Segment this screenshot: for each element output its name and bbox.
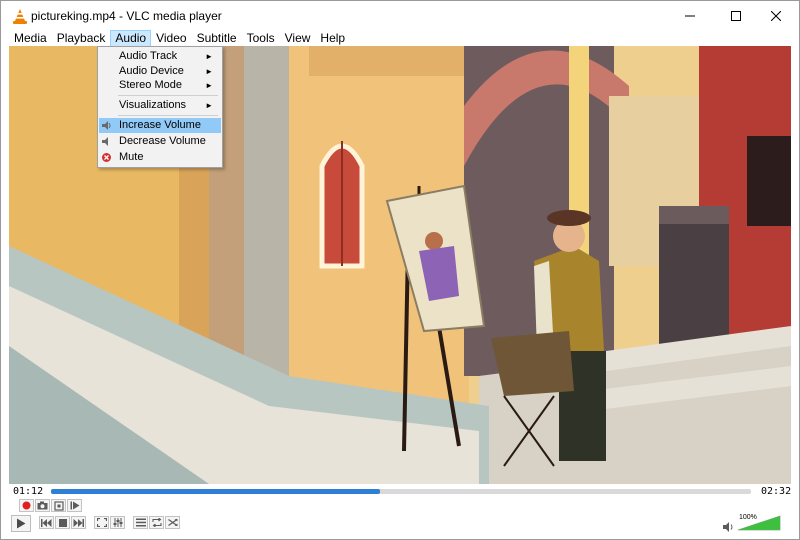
seek-row: 01:12 02:32 [1, 485, 799, 499]
fullscreen-button[interactable] [94, 516, 109, 529]
close-icon [771, 11, 781, 21]
seek-progress-fill [51, 489, 380, 494]
record-button[interactable] [19, 499, 34, 512]
volume-up-icon [102, 121, 111, 130]
submenu-arrow-icon: ► [205, 101, 213, 110]
previous-button[interactable] [39, 516, 54, 529]
elapsed-time: 01:12 [13, 486, 44, 497]
window-title: pictureking.mp4 - VLC media player [31, 9, 222, 23]
submenu-arrow-icon: ► [205, 67, 213, 76]
menu-bar: Media Playback Audio Video Subtitle Tool… [1, 30, 799, 47]
menu-audio[interactable]: Audio [110, 30, 152, 47]
maximize-icon [731, 11, 741, 21]
menu-item-label: Visualizations [119, 99, 187, 111]
record-icon [22, 501, 31, 510]
menu-separator [118, 95, 218, 96]
next-button[interactable] [71, 516, 86, 529]
menu-tools[interactable]: Tools [242, 30, 280, 47]
menu-subtitle[interactable]: Subtitle [192, 30, 242, 47]
title-bar: pictureking.mp4 - VLC media player [1, 1, 799, 31]
menu-item-label: Mute [119, 151, 144, 163]
menu-item-audio-track[interactable]: Audio Track ► [99, 49, 221, 64]
play-icon [17, 518, 26, 529]
menu-item-visualizations[interactable]: Visualizations ► [99, 98, 221, 113]
previous-icon [41, 518, 52, 527]
loop-button[interactable] [149, 516, 164, 529]
submenu-arrow-icon: ► [205, 52, 213, 61]
volume-down-icon [102, 137, 108, 146]
menu-item-decrease-volume[interactable]: Decrease Volume [99, 134, 221, 149]
minimize-button[interactable] [667, 1, 713, 31]
menu-playback[interactable]: Playback [52, 30, 111, 47]
next-icon [73, 518, 84, 527]
menu-video[interactable]: Video [151, 30, 191, 47]
stop-button[interactable] [55, 516, 70, 529]
menu-help[interactable]: Help [315, 30, 350, 47]
fullscreen-icon [96, 518, 107, 527]
snapshot-button[interactable] [35, 499, 50, 512]
menu-item-audio-device[interactable]: Audio Device ► [99, 64, 221, 79]
menu-item-label: Increase Volume [119, 119, 201, 131]
mute-icon [102, 153, 111, 162]
seek-slider[interactable] [51, 489, 751, 494]
loop-ab-icon [53, 500, 64, 511]
playlist-button[interactable] [133, 516, 148, 529]
close-button[interactable] [753, 1, 799, 31]
menu-item-label: Stereo Mode [119, 79, 182, 91]
total-time: 02:32 [761, 486, 792, 497]
menu-item-mute[interactable]: Mute [99, 150, 221, 165]
vlc-cone-icon [13, 9, 27, 24]
shuffle-button[interactable] [165, 516, 180, 529]
menu-item-label: Audio Device [119, 65, 184, 77]
minimize-icon [685, 15, 695, 17]
camera-icon [37, 501, 48, 510]
menu-item-stereo-mode[interactable]: Stereo Mode ► [99, 78, 221, 93]
menu-media[interactable]: Media [9, 30, 52, 47]
equalizer-icon [113, 518, 122, 527]
frame-step-button[interactable] [67, 499, 82, 512]
playlist-icon [135, 518, 146, 527]
menu-view[interactable]: View [280, 30, 316, 47]
frame-step-icon [70, 501, 79, 510]
menu-item-label: Audio Track [119, 50, 178, 62]
speaker-icon[interactable] [723, 522, 735, 532]
audio-menu-dropdown: Audio Track ► Audio Device ► Stereo Mode… [97, 46, 223, 168]
stop-icon [58, 518, 67, 527]
menu-separator [118, 115, 218, 116]
loop-icon [151, 518, 162, 527]
menu-item-label: Decrease Volume [119, 135, 206, 147]
menu-item-increase-volume[interactable]: Increase Volume [99, 118, 221, 133]
loop-ab-button[interactable] [51, 499, 66, 512]
submenu-arrow-icon: ► [205, 81, 213, 90]
volume-slider[interactable] [737, 515, 781, 531]
shuffle-icon [167, 519, 177, 526]
extended-settings-button[interactable] [110, 516, 125, 529]
play-button[interactable] [11, 515, 31, 532]
vlc-window: pictureking.mp4 - VLC media player Media… [0, 0, 800, 540]
